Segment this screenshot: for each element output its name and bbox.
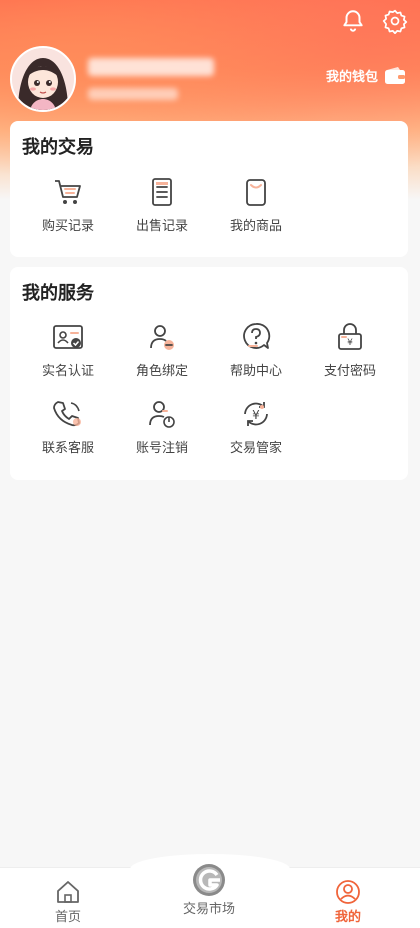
purchase-records-button[interactable]: 购买记录 xyxy=(23,175,113,234)
trade-card-title: 我的交易 xyxy=(22,137,94,158)
nav-profile[interactable]: 我的 xyxy=(303,878,393,925)
user-id-redacted xyxy=(88,88,178,100)
id-card-icon xyxy=(53,325,83,349)
settings-gear-icon[interactable] xyxy=(382,8,408,34)
my-products-button[interactable]: 我的商品 xyxy=(211,175,301,234)
service-card-title: 我的服务 xyxy=(22,283,94,304)
my-products-label: 我的商品 xyxy=(229,219,282,234)
cart-icon xyxy=(55,180,81,204)
nav-profile-label: 我的 xyxy=(334,910,361,925)
avatar-girl-icon xyxy=(12,48,74,110)
market-logo-icon xyxy=(193,864,225,896)
service-card: 我的服务 实名认证 角色绑定 帮助中心 ¥ 支付密码 联系客服 账号注销 ¥ 交… xyxy=(10,267,408,480)
account-cancel-label: 账号注销 xyxy=(135,441,188,456)
trade-steward-label: 交易管家 xyxy=(229,441,282,456)
wallet-link[interactable]: 我的钱包 xyxy=(326,66,406,85)
purchase-records-label: 购买记录 xyxy=(41,219,94,234)
svg-text:¥: ¥ xyxy=(347,338,353,348)
real-name-auth-button[interactable]: 实名认证 xyxy=(23,320,113,379)
svg-text:¥: ¥ xyxy=(252,408,260,422)
notification-bell-icon[interactable] xyxy=(340,8,366,34)
profile-icon xyxy=(336,880,360,904)
user-power-icon xyxy=(149,401,175,428)
trade-card: 我的交易 购买记录 出售记录 我的商品 xyxy=(10,121,408,257)
help-center-label: 帮助中心 xyxy=(229,364,282,379)
nav-home-label: 首页 xyxy=(54,910,81,925)
sale-records-label: 出售记录 xyxy=(135,219,188,234)
nav-market-label: 交易市场 xyxy=(182,902,235,917)
phone-icon xyxy=(53,401,81,427)
wallet-label: 我的钱包 xyxy=(325,70,378,85)
help-center-button[interactable]: 帮助中心 xyxy=(211,320,301,379)
receipt-icon xyxy=(152,178,172,206)
bottom-nav: 首页 交易市场 我的 xyxy=(0,854,420,928)
real-name-auth-label: 实名认证 xyxy=(41,364,94,379)
home-icon xyxy=(57,881,79,903)
help-icon xyxy=(243,323,271,349)
avatar[interactable] xyxy=(10,46,76,112)
user-link-icon xyxy=(150,325,174,350)
account-cancel-button[interactable]: 账号注销 xyxy=(117,397,207,456)
top-toolbar xyxy=(340,8,408,34)
contact-support-label: 联系客服 xyxy=(41,441,94,456)
role-binding-label: 角色绑定 xyxy=(135,364,188,379)
wallet-icon xyxy=(385,66,405,84)
nav-home[interactable]: 首页 xyxy=(23,878,113,925)
payment-lock-icon: ¥ xyxy=(338,323,362,350)
payment-password-button[interactable]: ¥ 支付密码 xyxy=(305,320,395,379)
contact-support-button[interactable]: 联系客服 xyxy=(23,397,113,456)
payment-password-label: 支付密码 xyxy=(323,364,376,379)
yuan-cycle-icon: ¥ xyxy=(244,402,268,426)
sale-records-button[interactable]: 出售记录 xyxy=(117,175,207,234)
username-redacted xyxy=(88,58,214,76)
trade-steward-button[interactable]: ¥ 交易管家 xyxy=(211,397,301,456)
role-binding-button[interactable]: 角色绑定 xyxy=(117,320,207,379)
nav-market[interactable]: 交易市场 xyxy=(164,862,254,917)
product-icon xyxy=(246,179,266,206)
